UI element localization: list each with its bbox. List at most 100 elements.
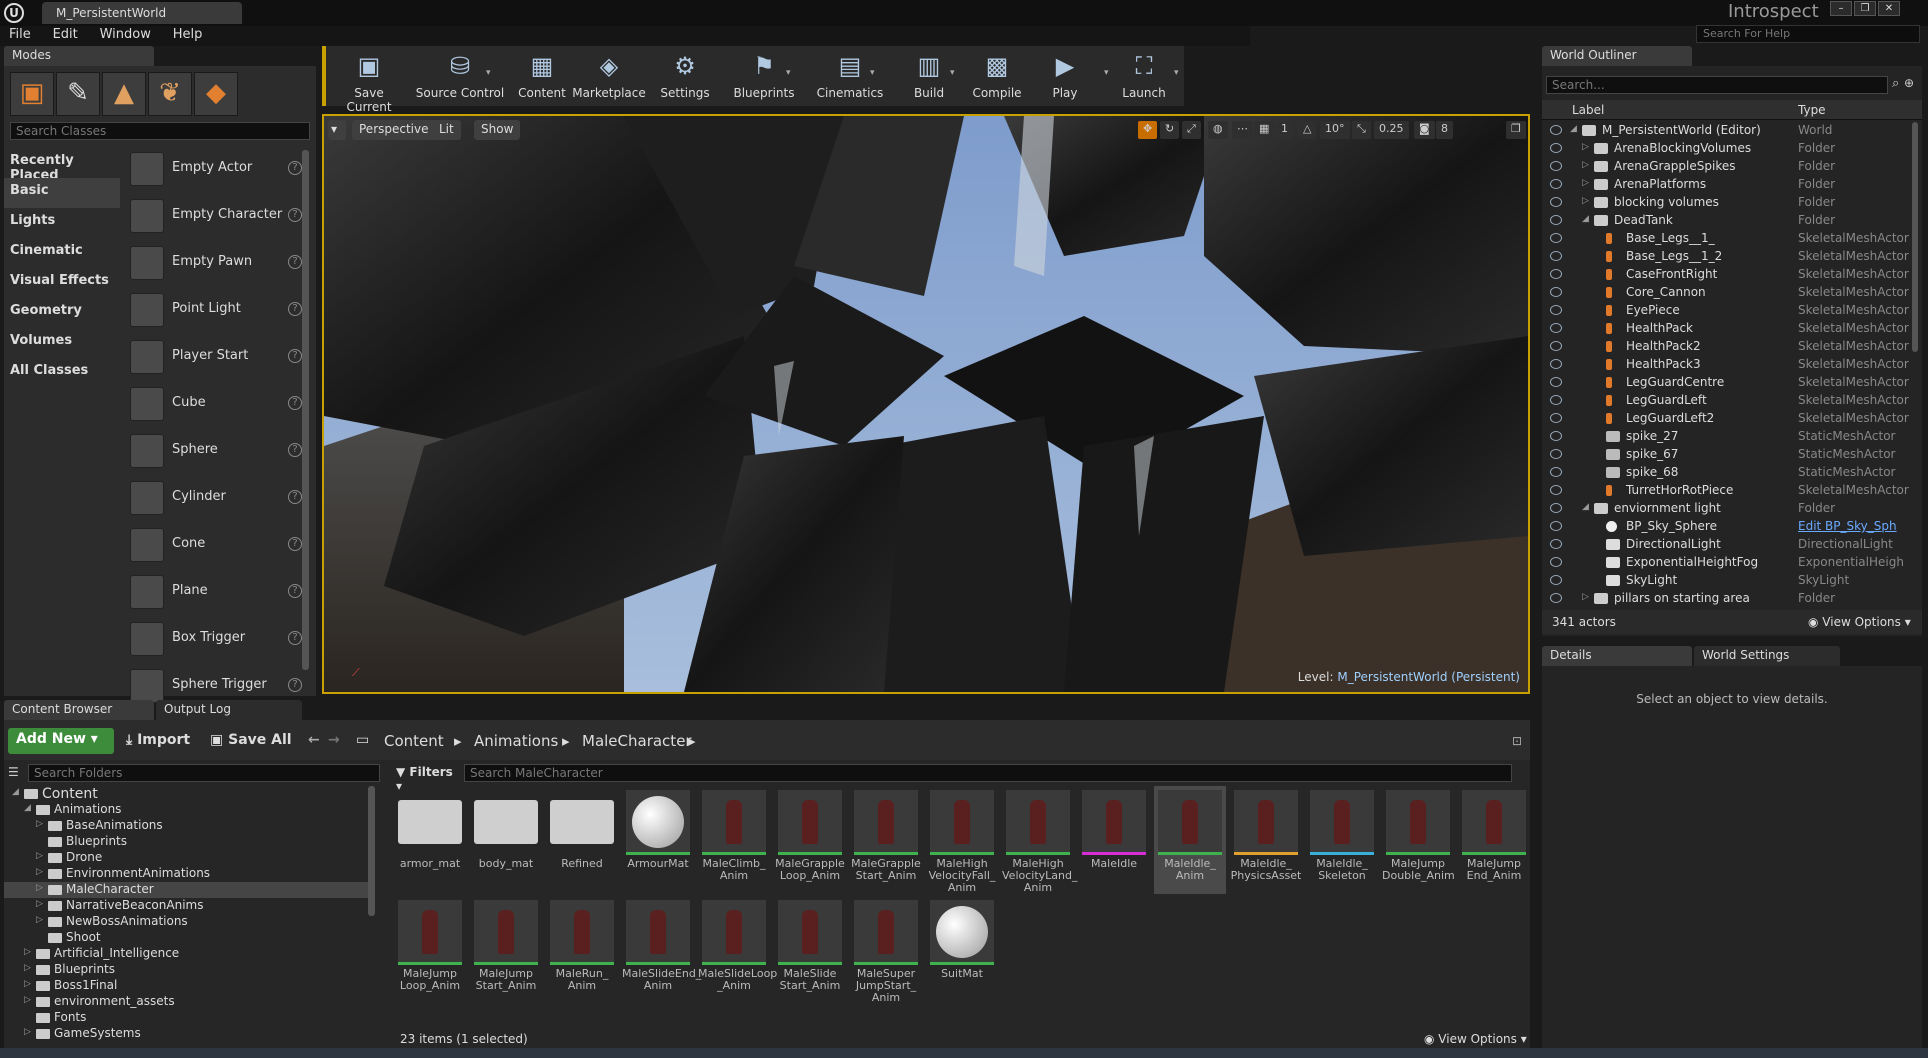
outliner-row[interactable]: ◢ enviornment light Folder <box>1542 500 1908 518</box>
tree-folder-content[interactable]: ◢ Content <box>4 786 370 802</box>
breadcrumb-animations[interactable]: Animations <box>474 732 558 750</box>
add-new-button[interactable]: Add New ▾ <box>8 728 114 754</box>
expand-arrow-icon[interactable]: ▷ <box>36 851 43 861</box>
class-item-empty-pawn[interactable]: Empty Pawn? <box>126 240 306 286</box>
expand-arrow-icon[interactable]: ▷ <box>1582 142 1589 152</box>
visibility-eye-icon[interactable] <box>1550 161 1562 171</box>
tab-content-browser[interactable]: Content Browser <box>4 700 154 720</box>
asset-tile[interactable]: body_mat <box>470 786 542 894</box>
expand-arrow-icon[interactable]: ▷ <box>36 899 43 909</box>
class-item-sphere[interactable]: Sphere? <box>126 428 306 474</box>
class-item-empty-actor[interactable]: Empty Actor? <box>126 146 306 192</box>
visibility-eye-icon[interactable] <box>1550 485 1562 495</box>
tab-world-settings[interactable]: World Settings <box>1694 646 1840 666</box>
help-icon[interactable]: ? <box>288 537 302 551</box>
mode-category-all-classes[interactable]: All Classes <box>4 358 120 388</box>
class-item-box-trigger[interactable]: Box Trigger? <box>126 616 306 662</box>
class-item-player-start[interactable]: Player Start? <box>126 334 306 380</box>
outliner-row[interactable]: DirectionalLight DirectionalLight <box>1542 536 1908 554</box>
outliner-row[interactable]: ▷ ArenaPlatforms Folder <box>1542 176 1908 194</box>
outliner-search-input[interactable]: Search... <box>1546 76 1888 94</box>
tree-folder-baseanimations[interactable]: ▷ BaseAnimations <box>4 818 370 834</box>
tree-folder-newbossanimations[interactable]: ▷ NewBossAnimations <box>4 914 370 930</box>
scale-snap-icon[interactable]: ⤡ <box>1352 121 1371 139</box>
breadcrumb-arrow-icon[interactable]: ▸ <box>562 732 570 750</box>
asset-tile[interactable]: MaleJump Loop_Anim <box>394 896 466 1004</box>
asset-tile[interactable]: armor_mat <box>394 786 466 894</box>
outliner-row[interactable]: LegGuardLeft2 SkeletalMeshActor <box>1542 410 1909 428</box>
viewport-options-chevron-icon[interactable]: ▾ <box>328 120 346 140</box>
asset-tile[interactable]: MaleGrapple Start_Anim <box>850 786 922 894</box>
asset-tile[interactable]: SuitMat <box>926 896 998 1004</box>
breadcrumb-arrow-icon[interactable]: ▸ <box>454 732 462 750</box>
tree-folder-gamesystems[interactable]: ▷ GameSystems <box>4 1026 370 1042</box>
toolbar-play-button[interactable]: ▶ Play <box>1028 48 1102 104</box>
outliner-row[interactable]: ◢ M_PersistentWorld (Editor) World <box>1542 122 1908 140</box>
breadcrumb-content[interactable]: Content <box>384 732 444 750</box>
visibility-eye-icon[interactable] <box>1550 575 1562 585</box>
maximize-icon[interactable]: ❐ <box>1854 1 1876 16</box>
lock-icon[interactable]: ⊡ <box>1512 734 1522 748</box>
asset-tile[interactable]: MaleRun_ Anim <box>546 896 618 1004</box>
tree-folder-fonts[interactable]: Fonts <box>4 1010 370 1026</box>
toolbar-dropdown-chevron-icon[interactable]: ▾ <box>950 68 960 78</box>
help-icon[interactable]: ? <box>288 208 302 222</box>
expand-arrow-icon[interactable]: ◢ <box>1570 124 1577 134</box>
save-all-button[interactable]: ▣ Save All <box>210 732 292 748</box>
toolbar-launch-button[interactable]: ⛶ Launch <box>1112 48 1176 104</box>
tab-world-outliner[interactable]: World Outliner <box>1542 46 1692 66</box>
tree-folder-animations[interactable]: ◢ Animations <box>4 802 370 818</box>
expand-arrow-icon[interactable]: ▷ <box>1582 592 1589 602</box>
tree-folder-malecharacter[interactable]: ▷ MaleCharacter <box>4 882 370 898</box>
visibility-eye-icon[interactable] <box>1550 179 1562 189</box>
viewport-scene[interactable] <box>324 116 1528 692</box>
folder-search-input[interactable]: Search Folders <box>28 764 380 782</box>
maximize-viewport-icon[interactable]: ❐ <box>1506 121 1526 139</box>
expand-arrow-icon[interactable]: ▷ <box>24 1027 31 1037</box>
visibility-eye-icon[interactable] <box>1550 323 1562 333</box>
visibility-eye-icon[interactable] <box>1550 197 1562 207</box>
help-icon[interactable]: ? <box>288 490 302 504</box>
visibility-eye-icon[interactable] <box>1550 413 1562 423</box>
grid-snap-icon[interactable]: ▦ <box>1254 121 1275 139</box>
expand-arrow-icon[interactable]: ▷ <box>1582 160 1589 170</box>
asset-tile[interactable]: ArmourMat <box>622 786 694 894</box>
asset-tile[interactable]: MaleIdle_ Anim <box>1154 786 1226 894</box>
expand-arrow-icon[interactable]: ◢ <box>12 787 19 797</box>
asset-search-input[interactable]: Search MaleCharacter <box>464 764 1512 782</box>
outliner-row[interactable]: HealthPack3 SkeletalMeshActor <box>1542 356 1909 374</box>
asset-tile[interactable]: MaleJump Start_Anim <box>470 896 542 1004</box>
mode-category-recently-placed[interactable]: Recently Placed <box>4 148 120 183</box>
toolbar-marketplace-button[interactable]: ◈ Marketplace <box>572 48 646 104</box>
asset-tile[interactable]: MaleClimb_ Anim <box>698 786 770 894</box>
search-classes-input[interactable]: Search Classes <box>10 122 310 140</box>
class-item-point-light[interactable]: Point Light? <box>126 287 306 333</box>
outliner-row[interactable]: CaseFrontRight SkeletalMeshActor <box>1542 266 1909 284</box>
forward-arrow-icon[interactable]: → <box>328 732 340 748</box>
lit-button[interactable]: Lit <box>432 120 461 140</box>
perspective-button[interactable]: Perspective <box>352 120 436 140</box>
tree-folder-blueprints[interactable]: ▷ Blueprints <box>4 962 370 978</box>
expand-arrow-icon[interactable]: ▷ <box>36 883 43 893</box>
rotation-snap-value[interactable]: 10° <box>1320 121 1350 139</box>
help-icon[interactable]: ? <box>288 302 302 316</box>
tree-folder-artificial_intelligence[interactable]: ▷ Artificial_Intelligence <box>4 946 370 962</box>
outliner-row[interactable]: spike_27 StaticMeshActor <box>1542 428 1908 446</box>
column-type[interactable]: Type <box>1798 103 1826 117</box>
toggle-sources-icon[interactable]: ☰ <box>8 765 19 779</box>
toolbar-save-current-button[interactable]: ▣ Save Current <box>330 48 408 114</box>
visibility-eye-icon[interactable] <box>1550 251 1562 261</box>
visibility-eye-icon[interactable] <box>1550 233 1562 243</box>
visibility-eye-icon[interactable] <box>1550 521 1562 531</box>
scale-tool-icon[interactable]: ⤢ <box>1182 121 1201 139</box>
expand-arrow-icon[interactable]: ◢ <box>24 803 31 813</box>
mode-category-visual-effects[interactable]: Visual Effects <box>4 268 120 298</box>
toolbar-dropdown-chevron-icon[interactable]: ▾ <box>1104 68 1114 78</box>
tree-folder-environmentanimations[interactable]: ▷ EnvironmentAnimations <box>4 866 370 882</box>
help-icon[interactable]: ? <box>288 161 302 175</box>
menu-help[interactable]: Help <box>164 26 212 43</box>
toolbar-dropdown-chevron-icon[interactable]: ▾ <box>1174 68 1184 78</box>
breadcrumb-arrow-icon[interactable]: ▸ <box>688 732 696 750</box>
visibility-eye-icon[interactable] <box>1550 377 1562 387</box>
visibility-eye-icon[interactable] <box>1550 341 1562 351</box>
